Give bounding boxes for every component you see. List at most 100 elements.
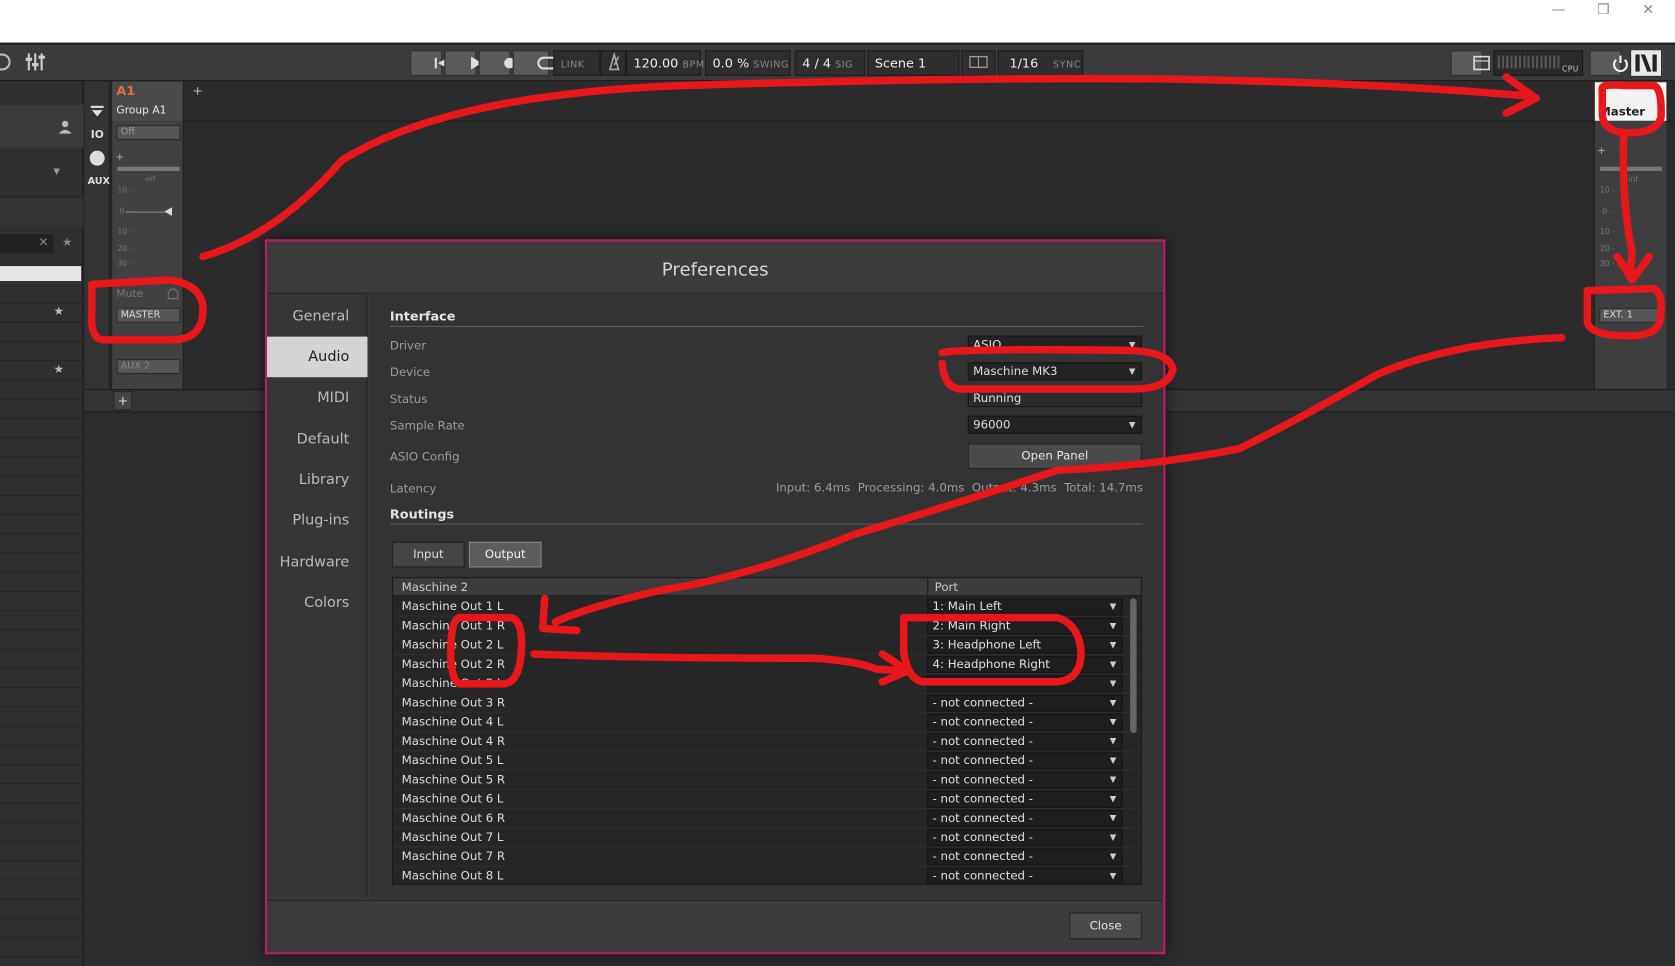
nav-hardware[interactable]: Hardware [267,542,367,583]
nav-midi[interactable]: MIDI [267,377,367,418]
master-pan-bar[interactable] [1600,166,1663,171]
list-item[interactable] [0,534,84,554]
io-label[interactable]: IO [91,129,104,141]
list-item[interactable] [0,727,84,746]
routing-port-select[interactable]: 4: Headphone Right ▼ [927,656,1123,674]
scene-display[interactable]: Scene 1 [867,50,960,76]
mute-button[interactable]: Mute [116,289,143,301]
swing-display[interactable]: 0.0 % SWING [705,50,791,76]
add-group-button[interactable]: + [192,83,203,98]
list-item[interactable] [0,515,84,535]
routing-port-select[interactable]: - not connected - ▼ [927,733,1123,751]
aux-label[interactable]: AUX [88,176,110,187]
filter-icon[interactable] [90,105,105,118]
volume-fader-handle[interactable] [164,207,172,216]
list-item[interactable] [0,342,84,362]
routing-scrollbar[interactable] [1130,598,1137,734]
nav-library[interactable]: Library [267,459,367,500]
master-add-insert-button[interactable]: + [1597,145,1606,157]
close-window-button[interactable]: ✕ [1626,0,1671,24]
list-item[interactable] [0,823,84,843]
list-item[interactable] [0,457,84,477]
nav-audio[interactable]: Audio [267,336,368,378]
routing-port-select[interactable]: - not connected - ▼ [927,809,1123,828]
nav-colors[interactable]: Colors [267,582,367,623]
play-icon[interactable] [444,50,482,76]
list-item[interactable] [0,611,84,631]
star-icon[interactable]: ★ [54,362,65,376]
skip-back-icon[interactable] [410,50,448,76]
routing-port-select[interactable]: - not connected - ▼ [927,752,1123,770]
routing-port-select[interactable]: - not connected - ▼ [927,829,1123,847]
user-icon[interactable] [58,120,73,135]
tempo-display[interactable]: 120.00 BPM [625,50,704,76]
group-off-button[interactable]: Off [116,125,181,140]
routing-port-select[interactable]: - not connected - ▼ [927,867,1123,884]
headphone-icon[interactable] [167,288,179,300]
list-item[interactable] [0,900,84,919]
list-item[interactable] [0,323,84,342]
metronome-icon[interactable] [600,50,626,76]
routing-port-select[interactable]: - not connected - ▼ [927,771,1123,789]
nav-default[interactable]: Default [267,419,367,460]
routing-port-select[interactable]: 2: Main Right ▼ [927,617,1123,635]
record-icon[interactable] [478,50,515,76]
list-item[interactable] [0,919,84,939]
star-icon[interactable]: ★ [62,235,73,249]
list-item-selected[interactable] [0,266,82,282]
driver-select[interactable]: ASIO ▼ [967,335,1142,354]
list-item[interactable] [0,881,84,900]
star-icon[interactable]: ★ [54,305,65,319]
pan-bar[interactable] [117,166,180,171]
list-item[interactable] [0,284,84,304]
list-item[interactable]: ★ [0,361,84,381]
list-item[interactable] [0,804,84,823]
routing-port-select[interactable]: - not connected - ▼ [927,790,1123,808]
routing-port-select[interactable]: 3: Headphone Left ▼ [927,636,1123,654]
device-select[interactable]: Maschine MK3 ▼ [967,362,1142,381]
list-item[interactable] [0,592,84,612]
routing-port-select[interactable]: - not connected - ▼ [927,694,1123,712]
loop-icon[interactable] [512,50,559,76]
ni-logo-icon[interactable] [1630,49,1663,77]
list-item[interactable] [0,861,84,881]
routing-port-select[interactable]: - not connected - ▼ [927,713,1123,731]
power-icon[interactable] [1589,50,1628,76]
group-output-select[interactable]: MASTER [116,307,181,323]
list-item[interactable] [0,496,84,516]
signature-display[interactable]: 4 / 4 SIG [794,50,866,76]
list-item[interactable] [0,765,84,785]
list-item[interactable] [0,380,84,400]
routing-port-select[interactable]: 1: Main Left ▼ [927,598,1123,616]
minimize-button[interactable]: — [1536,0,1581,24]
list-item[interactable] [0,630,84,650]
list-item[interactable] [0,688,84,708]
routing-port-select[interactable]: ▼ [927,675,1123,693]
sample-rate-select[interactable]: 96000 ▼ [967,415,1142,434]
list-item[interactable] [0,669,84,689]
add-channel-button[interactable]: + [113,391,133,411]
clear-search-icon[interactable]: ✕ [38,235,48,249]
close-button[interactable]: Close [1069,912,1142,940]
mixer-sliders-icon[interactable] [24,50,48,74]
master-output-select[interactable]: EXT. 1 [1599,307,1664,323]
tab-output[interactable]: Output [468,541,542,568]
list-item[interactable] [0,746,84,766]
list-item[interactable]: ★ [0,303,84,323]
list-item[interactable] [0,650,84,669]
quantize-display[interactable]: 1/16 SYNC [997,50,1084,76]
nav-general[interactable]: General [267,296,367,337]
list-item[interactable] [0,938,84,958]
tab-input[interactable]: Input [392,541,465,568]
list-item[interactable] [0,707,84,727]
list-item[interactable] [0,842,84,862]
plugin-icon[interactable] [89,150,105,166]
open-panel-button[interactable]: Open Panel [967,443,1142,470]
follow-icon[interactable] [961,50,996,76]
list-item[interactable] [0,573,84,593]
restore-button[interactable]: ❐ [1581,0,1626,24]
browser-view-icon[interactable] [1450,50,1490,76]
add-insert-button[interactable]: + [115,152,124,164]
list-item[interactable] [0,438,84,458]
chevron-down-icon[interactable]: ▼ [53,167,60,177]
